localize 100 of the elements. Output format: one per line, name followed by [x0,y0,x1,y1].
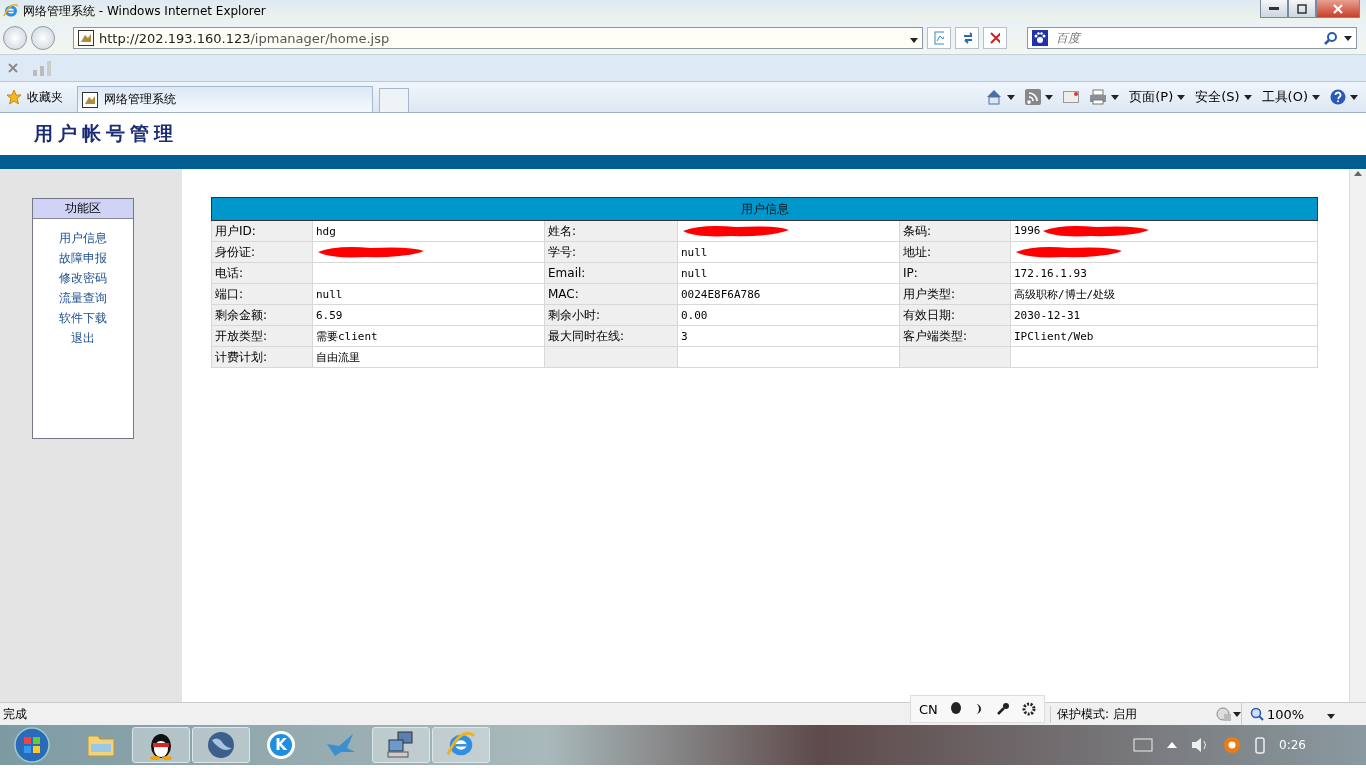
field-value: 需要client [316,329,378,343]
refresh-icon [962,31,972,45]
field-value: 0.00 [681,308,708,322]
site-icon [82,91,98,108]
close-icon [1333,3,1343,14]
caret-icon[interactable] [1344,35,1352,41]
caret-icon[interactable] [1007,94,1016,100]
star-icon [6,89,22,105]
field-label: 用户类型: [903,286,956,301]
search-box[interactable]: 百度 [1027,27,1357,49]
menu-link[interactable]: 退出 [71,329,95,347]
minimize-button[interactable] [1260,0,1288,18]
field-value: null [681,266,708,280]
caret-icon[interactable] [910,37,918,43]
caret-icon[interactable] [1350,94,1358,100]
settings-icon[interactable] [1021,702,1036,716]
menu-link[interactable]: 用户信息 [59,229,107,247]
caret-icon[interactable] [1111,94,1120,100]
mail-icon[interactable] [1063,91,1080,103]
search-icon[interactable] [1324,31,1338,45]
browser-tab[interactable]: 网络管理系统 [77,86,373,112]
restore-button[interactable] [1288,0,1316,18]
battery-icon[interactable] [1255,736,1266,754]
favorites-button[interactable]: 收藏夹 [6,88,71,106]
address-field[interactable]: http://202.193.160.123/ipmanager/home.jsp [73,27,923,49]
start-button[interactable] [12,726,52,764]
menu-link[interactable]: 故障申报 [59,249,107,267]
field-value: 自由流里 [316,350,360,364]
field-label: 电话: [215,265,244,280]
field-label: MAC: [548,287,579,301]
zoom-level[interactable]: 100% [1267,706,1305,722]
url-text: http://202.193.160.123/ipmanager/home.jsp [99,30,390,46]
field-label: 有效日期: [903,307,956,322]
field-label: 剩余金额: [215,307,268,322]
tray-app-icon[interactable] [1223,736,1242,754]
field-label: 条码: [903,223,932,238]
caret-icon[interactable] [1233,711,1241,717]
caret-icon[interactable] [1045,94,1054,100]
page-title: 用户帐号管理 [34,121,178,146]
field-label: Email: [548,266,586,280]
field-value: 172.16.1.93 [1014,266,1087,280]
field-label: 端口: [215,286,244,301]
field-value: null [681,245,708,259]
menu-button[interactable]: 页面(P) [1129,88,1186,106]
page-icon [934,31,944,45]
ie-icon [3,3,19,19]
paw-icon [1032,30,1048,46]
field-value: 高级职称/博士/处级 [1014,287,1116,301]
site-icon [78,30,94,46]
field-label: 剩余小时: [548,307,601,322]
menu-button[interactable]: 安全(S) [1195,88,1252,106]
status-text: 完成 [2,706,27,721]
menu-link[interactable]: 流量查询 [59,289,107,307]
show-hidden-icon[interactable] [1167,742,1178,748]
field-value: 1996 [1014,224,1041,237]
caret-icon[interactable] [1327,713,1336,719]
menu-button[interactable]: 工具(O) [1261,88,1320,106]
caret-icon [1177,94,1186,100]
k-app-icon[interactable]: K [267,731,295,759]
taskbar-button[interactable]: K [252,727,310,763]
language-code[interactable]: CN [919,701,938,717]
window-title: 网络管理系统 - Windows Internet Explorer [23,2,266,20]
taskbar-button[interactable] [132,727,190,763]
refresh-button[interactable] [955,27,979,49]
field-value: null [316,287,343,301]
menu-link[interactable]: 软件下载 [59,309,107,327]
panel-heading: 功能区 [33,199,133,219]
field-label: 身份证: [215,244,256,259]
field-label: 姓名: [548,223,577,238]
wrench-icon[interactable] [995,702,1010,716]
close-button[interactable] [1316,0,1360,18]
signal-icon [32,60,52,76]
home-icon[interactable] [985,89,1004,105]
stop-button[interactable] [983,27,1007,49]
zoom-icon[interactable] [1250,707,1264,721]
search-field[interactable]: 百度 [1054,30,1318,46]
field-label: 地址: [903,244,932,259]
printer-icon[interactable] [1089,89,1108,105]
minimize-icon [1269,6,1279,11]
close-icon[interactable] [8,63,18,73]
field-label: 最大同时在线: [548,328,625,343]
computer-icon[interactable] [386,730,416,760]
back-button[interactable] [3,26,27,50]
stop-icon [990,32,1000,44]
caret-icon [1243,94,1252,100]
field-label: 用户ID: [215,223,256,238]
field-label: 计费计划: [215,349,268,364]
globe-icon[interactable] [206,730,236,760]
menu-link[interactable]: 修改密码 [59,269,107,287]
field-value: IPClient/Web [1014,329,1094,343]
field-label: 开放类型: [215,328,268,343]
protected-mode-text: 保护模式: 启用 [1050,705,1207,723]
field-value: 3 [681,329,688,343]
field-value: 6.59 [316,308,343,322]
forward-button[interactable] [31,26,55,50]
scrollbar[interactable] [1349,169,1366,702]
field-label: 学号: [548,244,577,259]
field-value: 2030-12-31 [1014,308,1081,322]
help-icon[interactable] [1330,89,1346,105]
scroll-up-icon[interactable] [1354,171,1362,176]
